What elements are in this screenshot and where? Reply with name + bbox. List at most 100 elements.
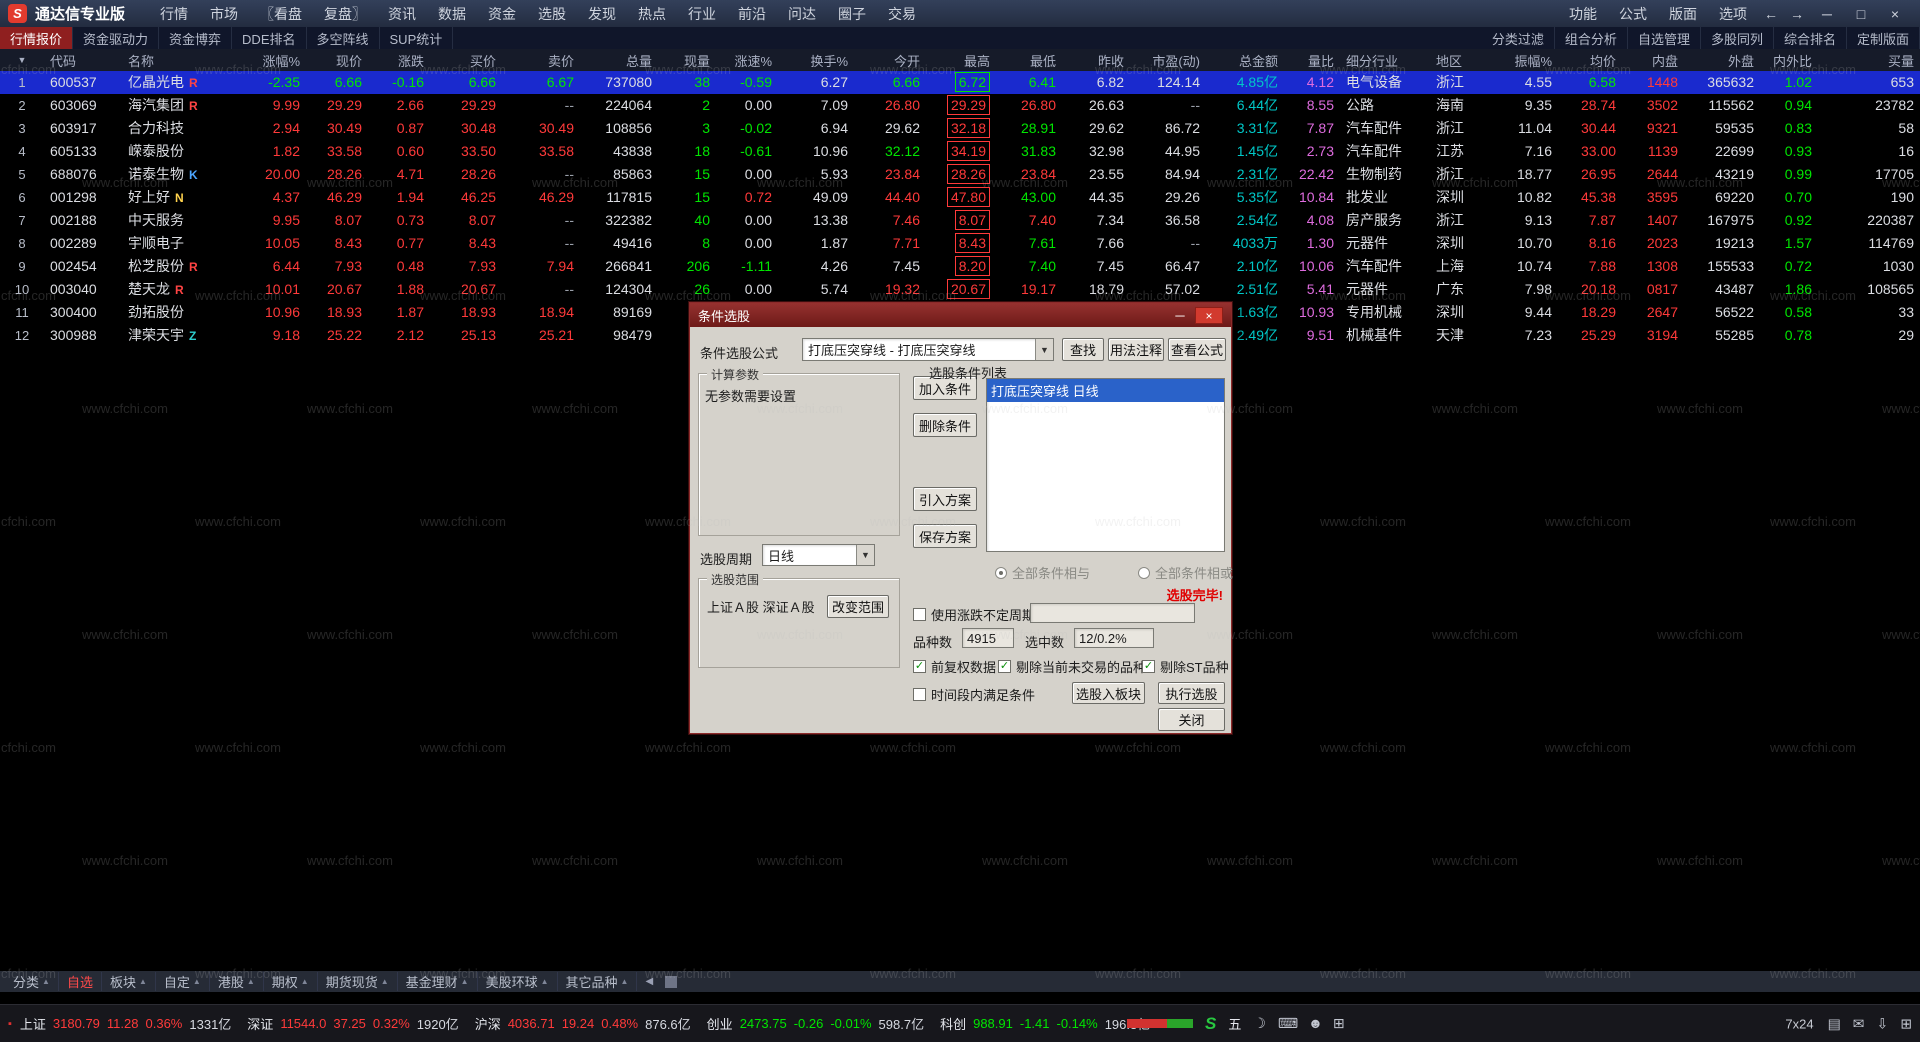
table-row[interactable]: 8 002289 宇顺电子 10.05 8.43 0.77 8.43 -- 49416 8 0.00… <box>0 232 1920 255</box>
header-cell[interactable]: 内盘 <box>1622 51 1684 70</box>
header-cell[interactable]: 昨收 <box>1062 51 1130 70</box>
menubar-item[interactable]: 选项 <box>1708 4 1758 24</box>
index-group[interactable]: 创业 2473.75 -0.26 -0.01% 598.7亿 <box>707 1014 924 1033</box>
bottom-tab[interactable]: 美股环球 ▲ <box>478 972 558 991</box>
maximize-button[interactable]: □ <box>1844 6 1878 22</box>
dialog-minimize-icon[interactable]: ─ <box>1169 308 1191 323</box>
execute-selection-button[interactable]: 执行选股 <box>1158 682 1225 704</box>
header-cell[interactable]: 名称 <box>122 51 232 70</box>
menubar-item[interactable]: 问达 <box>777 4 827 24</box>
header-cell[interactable]: 最低 <box>996 51 1062 70</box>
bottom-tab[interactable]: 其它品种 ▲ <box>558 972 638 991</box>
index-group[interactable]: 深证 11544.0 37.25 0.32% 1920亿 <box>247 1014 458 1033</box>
menubar-item[interactable]: 功能 <box>1558 4 1608 24</box>
table-row[interactable]: 7 002188 中天服务 9.95 8.07 0.73 8.07 -- 322382 40 0.0… <box>0 209 1920 232</box>
toolbar-action[interactable]: 定制版面 <box>1847 27 1920 49</box>
night-mode-icon[interactable]: ☽ <box>1253 1015 1266 1032</box>
import-plan-button[interactable]: 引入方案 <box>913 487 977 511</box>
header-cell[interactable]: 总金额 <box>1206 51 1284 70</box>
usage-note-button[interactable]: 用法注释 <box>1108 338 1164 361</box>
condition-listbox[interactable]: 打底压突穿线 日线 <box>986 378 1225 552</box>
condition-list-item[interactable]: 打底压突穿线 日线 <box>987 379 1224 402</box>
keyboard-icon[interactable]: ⌨ <box>1278 1015 1298 1032</box>
table-row[interactable]: 4 605133 嵘泰股份 1.82 33.58 0.60 33.50 33.58 43838 1… <box>0 140 1920 163</box>
forward-icon[interactable]: → <box>1784 6 1810 22</box>
menubar-item[interactable]: 版面 <box>1658 4 1708 24</box>
back-icon[interactable]: ← <box>1758 6 1784 22</box>
header-cell[interactable]: 涨幅% <box>232 51 306 70</box>
header-cell[interactable]: 今开 <box>854 51 926 70</box>
mode-label[interactable]: 五 <box>1228 1014 1241 1033</box>
header-cell[interactable]: 现量 <box>658 51 716 70</box>
period-range-field[interactable] <box>1030 603 1195 623</box>
header-cell[interactable]: 代码 <box>44 51 122 70</box>
header-cell[interactable]: 涨速% <box>716 51 778 70</box>
menubar-item[interactable]: 公式 <box>1608 4 1658 24</box>
bottom-tab[interactable]: 期货现货 ▲ <box>318 972 398 991</box>
view-formula-button[interactable]: 查看公式 <box>1168 338 1226 361</box>
index-group[interactable]: 沪深 4036.71 19.24 0.48% 876.6亿 <box>475 1014 691 1033</box>
all-or-radio[interactable]: 全部条件相或 <box>1138 563 1233 582</box>
header-filter-icon[interactable]: ▼ <box>0 55 44 65</box>
table-row[interactable]: 9 002454 松芝股份 R 6.44 7.93 0.48 7.93 7.94 266841 20… <box>0 255 1920 278</box>
header-cell[interactable]: 总量 <box>580 51 658 70</box>
time-window-checkbox[interactable]: 时间段内满足条件 <box>913 685 1035 704</box>
menubar-item[interactable]: 行业 <box>677 4 727 24</box>
toolbar-action[interactable]: 多股同列 <box>1701 27 1774 49</box>
exclude-untraded-checkbox[interactable]: ✓ 剔除当前未交易的品种 <box>998 657 1146 676</box>
header-cell[interactable]: 内外比 <box>1760 51 1818 70</box>
menubar-item[interactable]: 资金 <box>477 4 527 24</box>
dialog-close-icon[interactable]: × <box>1195 306 1223 324</box>
menubar-item[interactable]: 资讯 <box>377 4 427 24</box>
header-cell[interactable]: 细分行业 <box>1340 51 1430 70</box>
delete-condition-button[interactable]: 删除条件 <box>913 413 977 437</box>
header-cell[interactable]: 买量 <box>1818 51 1920 70</box>
chevron-down-icon[interactable]: ▼ <box>856 545 874 565</box>
menubar-item[interactable]: 热点 <box>627 4 677 24</box>
variable-period-checkbox[interactable]: 使用涨跌不定周期 <box>913 605 1035 624</box>
table-row[interactable]: 3 603917 合力科技 2.94 30.49 0.87 30.48 30.49 108856… <box>0 117 1920 140</box>
table-row[interactable]: 2 603069 海汽集团 R 9.99 29.29 2.66 29.29 -- 224064 2 0… <box>0 94 1920 117</box>
dialog-titlebar[interactable]: 条件选股 ─ × <box>690 303 1231 327</box>
formula-combobox[interactable]: 打底压突穿线 - 打底压突穿线 ▼ <box>802 338 1054 361</box>
table-row[interactable]: 6 001298 好上好 N 4.37 46.29 1.94 46.25 46.29 117815… <box>0 186 1920 209</box>
bottom-tab[interactable]: 基金理财 ▲ <box>398 972 478 991</box>
header-cell[interactable]: 涨跌 <box>368 51 430 70</box>
find-button[interactable]: 查找 <box>1062 338 1104 361</box>
grid-icon[interactable]: ⊞ <box>1900 1015 1912 1032</box>
index-group[interactable]: 科创988.91-1.41-0.14%196.3亿 <box>940 1014 1150 1033</box>
index-group[interactable]: 上证 3180.79 11.28 0.36% 1331亿 <box>20 1014 231 1033</box>
bottom-tab[interactable]: 自选 <box>59 972 102 991</box>
save-to-board-button[interactable]: 选股入板块 <box>1072 682 1145 704</box>
apps-icon[interactable]: ⊞ <box>1333 1015 1345 1032</box>
toolbar-tab[interactable]: 资金驱动力 <box>73 27 160 49</box>
table-row[interactable]: 10 003040 楚天龙 R 10.01 20.67 1.88 20.67 -- 124304 2… <box>0 278 1920 301</box>
menubar-item[interactable]: 数据 <box>427 4 477 24</box>
user-icon[interactable]: ☻ <box>1308 1015 1323 1032</box>
bottom-tab[interactable]: 港股 ▲ <box>210 972 264 991</box>
exclude-st-checkbox[interactable]: ✓ 剔除ST品种 <box>1142 657 1229 676</box>
toolbar-tab[interactable]: 行情报价 <box>0 27 74 49</box>
message-icon[interactable]: ✉ <box>1853 1015 1865 1032</box>
menubar-item[interactable]: 复盘〗 <box>313 4 377 24</box>
chevron-down-icon[interactable]: ▼ <box>1035 339 1053 360</box>
period-combobox[interactable]: 日线 ▼ <box>762 544 875 566</box>
menubar-item[interactable]: 〖看盘 <box>249 4 313 24</box>
bottom-tab[interactable]: 分类 ▲ <box>5 972 59 991</box>
header-cell[interactable]: 地区 <box>1430 51 1486 70</box>
tab-scroll-left-icon[interactable]: ◀ <box>637 976 661 987</box>
menubar-item[interactable]: 市场 <box>199 4 249 24</box>
menubar-item[interactable]: 发现 <box>577 4 627 24</box>
bottom-tab[interactable]: 板块 ▲ <box>102 972 156 991</box>
close-dialog-button[interactable]: 关闭 <box>1158 708 1225 731</box>
menubar-item[interactable]: 圈子 <box>827 4 877 24</box>
header-cell[interactable]: 外盘 <box>1684 51 1760 70</box>
toolbar-action[interactable]: 组合分析 <box>1555 27 1628 49</box>
header-cell[interactable]: 换手% <box>778 51 854 70</box>
toolbar-tab[interactable]: 资金博弈 <box>159 27 233 49</box>
change-range-button[interactable]: 改变范围 <box>827 595 889 618</box>
toolbar-action[interactable]: 分类过滤 <box>1482 27 1555 49</box>
bottom-tab[interactable]: 自定 ▲ <box>156 972 210 991</box>
menubar-item[interactable]: 选股 <box>527 4 577 24</box>
header-cell[interactable]: 市盈(动) <box>1130 51 1206 70</box>
